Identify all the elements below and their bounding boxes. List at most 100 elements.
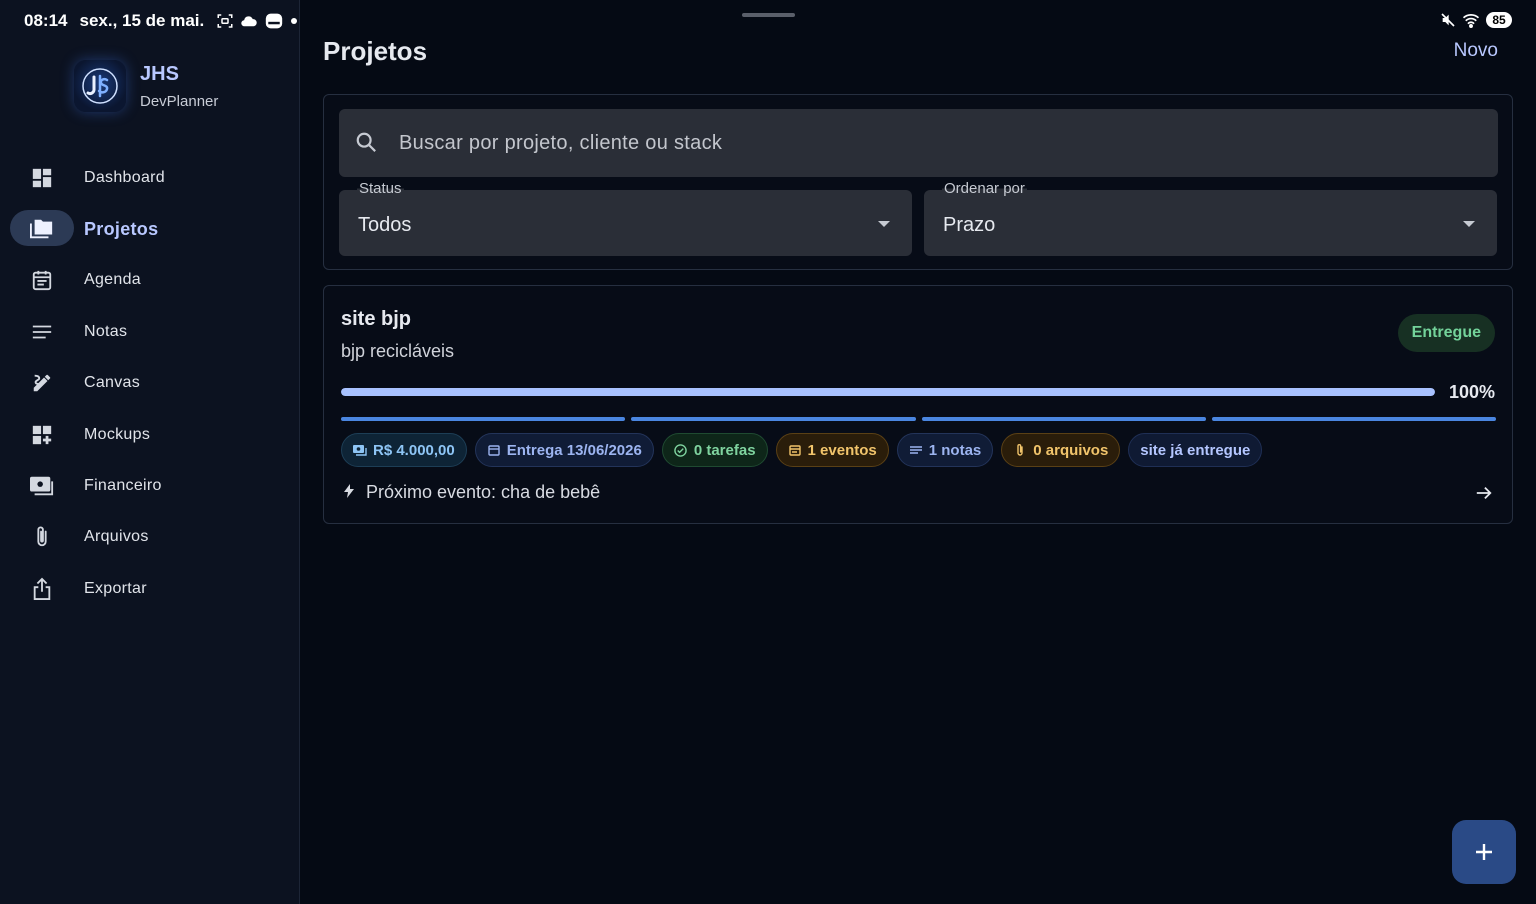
sidebar-item-canvas[interactable]: Canvas <box>0 358 300 409</box>
sidebar: 08:14 sex., 15 de mai. JHS DevPlanner Da… <box>0 0 300 904</box>
project-chips: R$ 4.000,00 Entrega 13/06/2026 0 tarefas… <box>341 433 1263 467</box>
message-icon <box>266 13 283 29</box>
project-client: bjp recicláveis <box>341 341 455 361</box>
sidebar-item-exportar[interactable]: Exportar <box>0 563 300 614</box>
calendar-icon <box>487 443 501 457</box>
order-select-label: Ordenar por <box>942 180 1027 197</box>
dot-icon <box>291 18 298 24</box>
status-select-value: Todos <box>358 214 412 236</box>
sidebar-item-label: Arquivos <box>84 528 149 546</box>
notes-icon <box>909 443 923 457</box>
progress-percent: 100% <box>1448 382 1495 402</box>
draw-icon <box>30 371 54 395</box>
sidebar-item-arquivos[interactable]: Arquivos <box>0 512 300 563</box>
filter-panel: Status Todos Ordenar por Prazo <box>323 94 1513 270</box>
project-card[interactable]: site bjp bjp recicláveis Entregue 100% R… <box>323 285 1513 524</box>
order-select-value: Prazo <box>943 214 996 236</box>
project-title: site bjp <box>341 308 412 330</box>
chevron-down-icon <box>878 221 890 227</box>
chip-tasks: 0 tarefas <box>661 433 768 467</box>
search-icon <box>355 131 379 155</box>
sidebar-item-label: Agenda <box>84 271 141 289</box>
chip-delivery: Entrega 13/06/2026 <box>474 433 654 467</box>
attachment-icon <box>1013 443 1027 457</box>
chip-value: R$ 4.000,00 <box>341 433 467 467</box>
status-bar-left: 08:14 sex., 15 de mai. <box>24 10 298 32</box>
dashboard-icon <box>30 166 54 190</box>
calendar-icon <box>30 268 54 292</box>
chip-tasks-text: 0 tarefas <box>693 441 756 459</box>
cloud-icon <box>241 16 257 27</box>
search-bar[interactable] <box>339 109 1498 177</box>
progress-fill <box>341 388 1435 396</box>
status-time: 08:14 <box>24 11 68 30</box>
status-icons <box>216 12 298 30</box>
check-circle-icon <box>674 443 688 457</box>
folders-icon <box>30 217 54 241</box>
chip-files: 0 arquivos <box>1001 433 1121 467</box>
sidebar-item-agenda[interactable]: Agenda <box>0 255 300 306</box>
notes-icon <box>30 320 54 344</box>
app-root: 08:14 sex., 15 de mai. JHS DevPlanner Da… <box>0 0 1536 904</box>
status-badge: Entregue <box>1397 314 1495 352</box>
arrow-right-icon[interactable] <box>1475 484 1495 504</box>
money-icon <box>30 474 54 498</box>
money-icon <box>353 443 367 457</box>
chip-notes: 1 notas <box>896 433 994 467</box>
sidebar-item-label: Canvas <box>84 374 141 392</box>
drag-handle[interactable] <box>742 13 795 17</box>
sidebar-item-dashboard[interactable]: Dashboard <box>0 152 300 203</box>
sidebar-item-label: Mockups <box>84 425 151 443</box>
screenshot-icon <box>217 14 233 28</box>
attachment-icon <box>30 525 54 549</box>
sidebar-item-label: Projetos <box>84 218 159 239</box>
sidebar-item-projetos[interactable]: Projetos <box>0 203 300 254</box>
chip-files-text: 0 arquivos <box>1033 441 1109 459</box>
search-input[interactable] <box>399 131 1498 155</box>
chip-notes-text: 1 notas <box>928 441 982 459</box>
sidebar-item-financeiro[interactable]: Financeiro <box>0 460 300 511</box>
brand-text: JHS DevPlanner <box>140 63 218 110</box>
chip-delivery-text: Entrega 13/06/2026 <box>506 441 642 459</box>
status-select-label: Status <box>357 180 404 197</box>
sidebar-item-notas[interactable]: Notas <box>0 306 300 357</box>
battery-indicator: 85 <box>1486 12 1512 28</box>
progress-segment <box>631 417 916 421</box>
chip-tag-text: site já entregue <box>1140 441 1251 459</box>
chip-tag: site já entregue <box>1128 433 1263 467</box>
page-title: Projetos <box>323 36 428 66</box>
app-logo <box>74 60 126 112</box>
chevron-down-icon <box>1463 221 1475 227</box>
wifi-icon <box>1462 14 1480 28</box>
share-icon <box>30 577 54 601</box>
brand-subtitle: DevPlanner <box>140 92 219 110</box>
chip-events-text: 1 eventos <box>807 441 877 459</box>
progress-segment <box>1211 417 1496 421</box>
progress-bar <box>341 388 1435 396</box>
progress-segments <box>341 417 1496 421</box>
status-bar-right: 85 <box>1440 12 1512 28</box>
chip-value-text: R$ 4.000,00 <box>373 441 455 459</box>
sidebar-item-label: Notas <box>84 322 128 340</box>
event-icon <box>788 443 802 457</box>
sidebar-item-mockups[interactable]: Mockups <box>0 409 300 460</box>
sidebar-item-label: Financeiro <box>84 477 162 495</box>
sidebar-item-label: Dashboard <box>84 168 165 186</box>
next-event-text: Próximo evento: cha de bebê <box>366 482 601 502</box>
order-select[interactable]: Ordenar por Prazo <box>924 180 1497 256</box>
widgets-icon <box>30 423 54 447</box>
chip-events: 1 eventos <box>775 433 889 467</box>
brand: JHS DevPlanner <box>74 60 218 112</box>
progress-segment <box>921 417 1206 421</box>
plus-icon <box>1476 844 1492 860</box>
status-date: sex., 15 de mai. <box>79 11 205 30</box>
brand-name: JHS <box>140 62 179 85</box>
next-event: Próximo evento: cha de bebê <box>344 482 600 503</box>
sidebar-item-label: Exportar <box>84 579 147 597</box>
bolt-icon <box>344 482 354 503</box>
mute-icon <box>1441 13 1455 27</box>
progress-segment <box>341 417 626 421</box>
add-project-fab[interactable] <box>1452 820 1516 884</box>
status-select[interactable]: Status Todos <box>339 180 912 256</box>
new-project-button[interactable]: Novo <box>1454 40 1498 62</box>
